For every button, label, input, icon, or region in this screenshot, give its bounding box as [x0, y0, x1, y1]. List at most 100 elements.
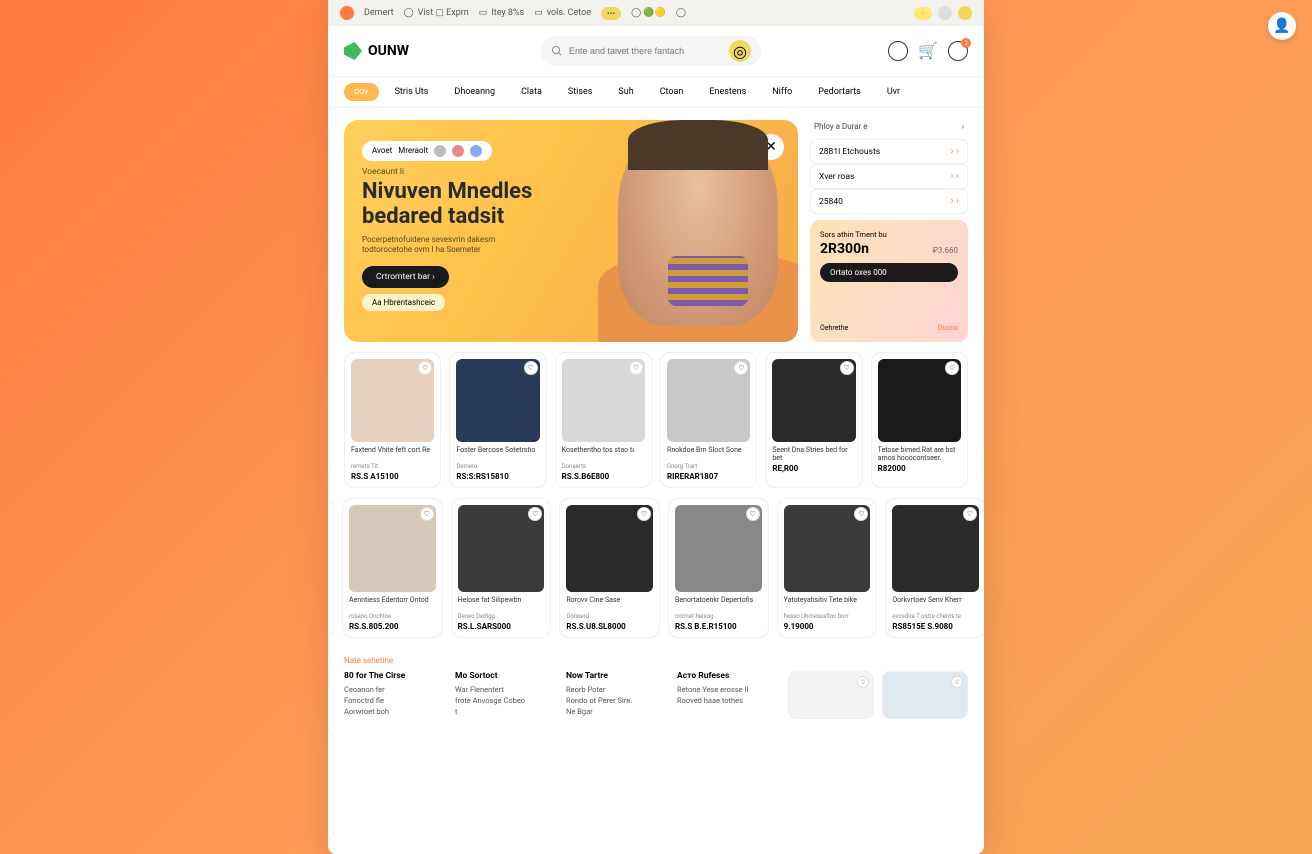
- product-name: Faxtend Vhite feft cort Re: [351, 446, 434, 462]
- product-meta: Demero: [456, 463, 539, 470]
- hero-title: Nivuven Mnedles bedared tadsit: [362, 179, 582, 230]
- product-card[interactable]: ♡ Foster Bercose Sotetrstio Demero RS:S:…: [449, 352, 546, 488]
- product-card[interactable]: ♡ Seent Dna.Stries bed for bet RE,R00: [765, 352, 862, 488]
- favorite-icon[interactable]: ♡: [945, 361, 959, 375]
- side-card[interactable]: 25840› ›: [810, 189, 968, 214]
- nav-item[interactable]: Stris Uts: [385, 83, 439, 101]
- hero-cta-button[interactable]: Crtromtert bar ›: [362, 266, 449, 288]
- product-card[interactable]: ♡ Yatoteyahsitiv Tete bike hesso Uhmesus…: [777, 498, 878, 638]
- topstrip-pill[interactable]: •••: [601, 7, 621, 20]
- nav-item[interactable]: Suh: [608, 83, 643, 101]
- promo-foot[interactable]: Duoris: [938, 324, 958, 332]
- product-card[interactable]: ♡ Faxtend Vhite feft cort Re remets Tit …: [344, 352, 441, 488]
- favorite-icon[interactable]: ♡: [840, 361, 854, 375]
- favorite-icon[interactable]: ♡: [420, 507, 434, 521]
- cart-icon[interactable]: 🛒: [918, 41, 938, 61]
- product-row-3: ♡ ♡ ♡ Reeethstmoos 1801508 ♡ ♡ ♡: [328, 729, 984, 842]
- product-name: Aenntiess Edentorr Ontod: [349, 596, 436, 612]
- footer-col-title: Aсто Rufeses: [677, 671, 776, 681]
- product-name: Yatoteyahsitiv Tete bike: [784, 596, 871, 612]
- footer-link[interactable]: Rondo ot Perer Sire.: [566, 696, 665, 705]
- side-card[interactable]: 2881l Etchousts› ›: [810, 139, 968, 164]
- nav-item[interactable]: Niffo: [762, 83, 802, 101]
- hero-image: [608, 120, 798, 342]
- product-card[interactable]: ♡ Tetose bimed.Rat are bst amos hooocont…: [871, 352, 968, 488]
- product-card[interactable]: ♡ Rnokdoe Brn Sloct Sone Gnorg Trart RIR…: [660, 352, 757, 488]
- logo[interactable]: OUNW: [344, 42, 409, 60]
- topstrip-item[interactable]: Demert: [364, 8, 394, 18]
- footer-col: Aсто Rufeses Retone Yese erosse II Rooved …: [677, 671, 776, 719]
- topstrip-icon[interactable]: [958, 6, 972, 20]
- footer-link[interactable]: Ceoanon fer: [344, 685, 443, 694]
- product-card[interactable]: ♡ Helose fat Silipewbn Deneo Dedigg RS.L…: [451, 498, 552, 638]
- footer-link[interactable]: War Flenentert: [455, 685, 554, 694]
- product-price: RS.S.805.200: [349, 622, 436, 631]
- product-price: 9.19000: [784, 622, 871, 631]
- mini-card[interactable]: ♡: [882, 671, 968, 719]
- product-price: RS.L.SARS000: [458, 622, 545, 631]
- topstrip-item[interactable]: ▭ vols. Cetoe: [534, 8, 591, 18]
- favorite-icon[interactable]: ♡: [524, 361, 538, 375]
- topstrip-badge[interactable]: ·: [914, 7, 932, 20]
- nav-item[interactable]: Pedortarts: [808, 83, 871, 101]
- footer-col-title: 80 for The Cirse: [344, 671, 443, 681]
- product-name: Seent Dna.Stries bed for bet: [772, 446, 855, 462]
- search-input[interactable]: [569, 46, 723, 56]
- footer-link[interactable]: Fonoctrd fle: [344, 696, 443, 705]
- product-card[interactable]: ♡ Kosethentho tos stao tι Donaerts RS.S.…: [555, 352, 652, 488]
- topstrip-item[interactable]: ▭ Itey 8%s: [479, 8, 524, 18]
- hero-tag-right: Mreraolt: [398, 146, 428, 155]
- nav-item[interactable]: oov: [344, 83, 379, 101]
- favorite-icon[interactable]: ♡: [746, 507, 760, 521]
- category-nav: oov Stris Uts Dhoeanng Clata Stises Suh Ctoan E…: [328, 77, 984, 108]
- product-card[interactable]: ♡ Benortatoenkr Depertofis nmmet heisog …: [668, 498, 769, 638]
- hero-desc: Pocerpetnofuidene sevesvrin dakesm todto…: [362, 235, 542, 256]
- topstrip: Demert ◯ Vist ▢ Exprn ▭ Itey 8%s ▭ vols.…: [328, 0, 984, 26]
- nav-item[interactable]: Stises: [558, 83, 603, 101]
- nav-item[interactable]: Enestens: [699, 83, 756, 101]
- footer-link[interactable]: frote Anvosge Cobeo: [455, 696, 554, 705]
- product-card[interactable]: ♡ Rorovv Cine Sase Donoerd RS.S.U8.SL800…: [559, 498, 660, 638]
- promo-line: Sors athin Tment bu: [820, 230, 958, 239]
- nav-item[interactable]: Ctoan: [650, 83, 694, 101]
- product-card[interactable]: ♡ Reeethstmoos 1801508: [328, 729, 334, 842]
- search-submit-icon[interactable]: ◎: [729, 40, 751, 62]
- product-name: Foster Bercose Sotetrstio: [456, 446, 539, 462]
- product-meta: Gnorg Trart: [667, 463, 750, 470]
- nav-item[interactable]: Dhoeanng: [444, 83, 505, 101]
- footer-link[interactable]: Retone Yese erosse II: [677, 685, 776, 694]
- topstrip-item[interactable]: ◯: [676, 8, 686, 18]
- product-meta: Donaerts: [562, 463, 645, 470]
- search-icon: [551, 45, 563, 57]
- product-card[interactable]: ♡ Stienv hasey 8sst 1 aathe RS.S.RESSE10: [328, 498, 334, 638]
- product-row-2: ♡ Sood huittrient chaten Servent TH RS.L…: [328, 498, 984, 638]
- topstrip-item[interactable]: ◯ 🟢🟡: [631, 8, 666, 18]
- promo-button[interactable]: Ortato oxes 000: [820, 263, 958, 282]
- brand-dot-icon: [340, 6, 354, 20]
- nav-item[interactable]: Clata: [511, 83, 552, 101]
- product-meta: Donoerd: [566, 613, 653, 620]
- product-card[interactable]: ♡ Aenntiess Edentorr Ontod rosano Onchto…: [342, 498, 443, 638]
- side-card[interactable]: Xver roas› ›: [810, 164, 968, 189]
- nav-item[interactable]: Uvr: [877, 83, 910, 101]
- bag-icon[interactable]: 2: [948, 41, 968, 61]
- footer-link[interactable]: Reorb Poter: [566, 685, 665, 694]
- hero-tag[interactable]: Avoet Mreraolt: [362, 141, 492, 161]
- mini-card[interactable]: ♡: [788, 671, 874, 719]
- search-bar[interactable]: ◎: [541, 36, 761, 66]
- footer-link[interactable]: t: [455, 707, 554, 716]
- favorite-icon[interactable]: ♡: [629, 361, 643, 375]
- user-avatar[interactable]: 👤: [1268, 12, 1296, 40]
- topstrip-icon[interactable]: [938, 6, 952, 20]
- hero-secondary-button[interactable]: Aa Hbrentashceic: [362, 294, 445, 311]
- chat-icon[interactable]: [888, 41, 908, 61]
- product-card[interactable]: ♡ Oorkvrtoev Senv Kherr evosdire T ostre…: [885, 498, 984, 638]
- footer-link[interactable]: Aorwroet boh: [344, 707, 443, 716]
- product-price: RS.S.U8.SL8000: [566, 622, 653, 631]
- hero-tag-left: Avoet: [372, 146, 392, 155]
- footer-col-title: Now Tartre: [566, 671, 665, 681]
- cart-count: 2: [961, 38, 971, 48]
- topstrip-item[interactable]: ◯ Vist ▢ Exprn: [404, 8, 469, 18]
- footer-link[interactable]: Ne Bgar: [566, 707, 665, 716]
- footer-link[interactable]: Rooved haae tothes: [677, 696, 776, 705]
